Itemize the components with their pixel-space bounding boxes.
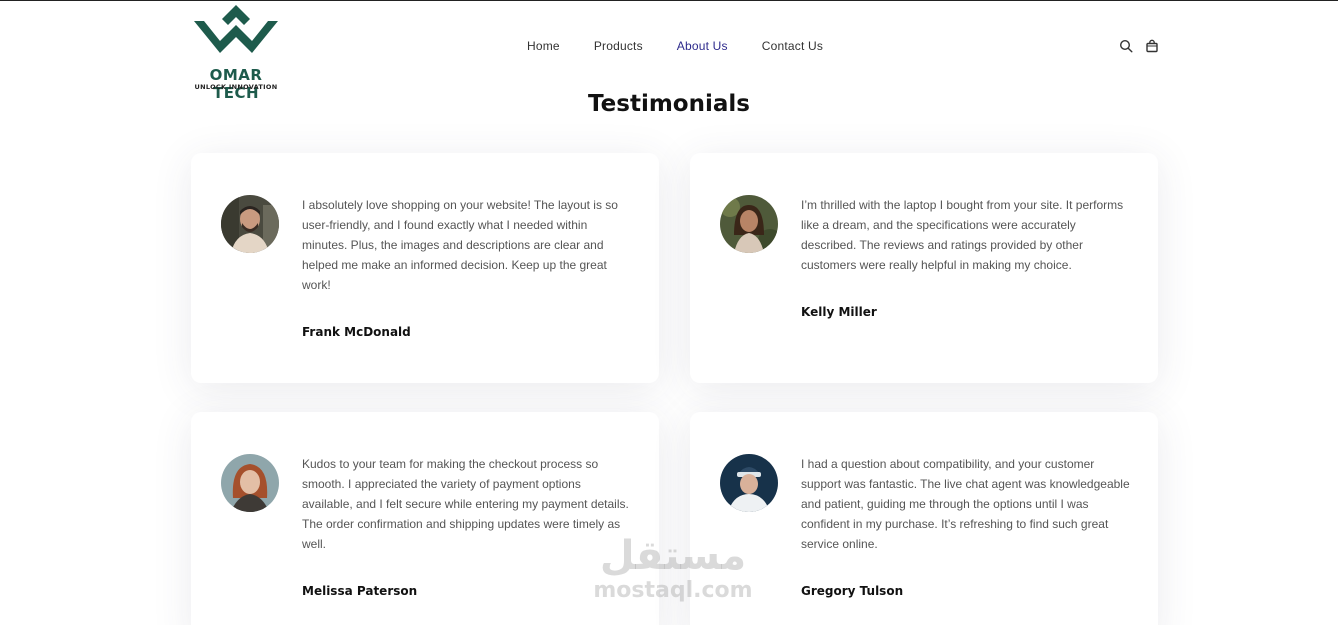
- testimonial-card: I’m thrilled with the laptop I bought fr…: [690, 153, 1158, 383]
- testimonial-author: Frank McDonald: [302, 325, 411, 339]
- testimonial-quote: I absolutely love shopping on your websi…: [302, 198, 618, 292]
- avatar: [720, 195, 778, 253]
- watermark: مستقل mostaql.com: [588, 533, 758, 603]
- watermark-arabic: مستقل: [599, 533, 747, 579]
- search-icon[interactable]: [1119, 39, 1133, 53]
- brand-logo[interactable]: OMAR TECH UNLOCK INNOVATION: [190, 3, 282, 102]
- omar-tech-logo-mark: [194, 5, 278, 53]
- testimonial-quote: I’m thrilled with the laptop I bought fr…: [801, 198, 1124, 272]
- testimonial-quote: I had a question about compatibility, an…: [801, 457, 1130, 551]
- avatar: [221, 195, 279, 253]
- testimonial-card: I had a question about compatibility, an…: [690, 412, 1158, 625]
- nav-about-us[interactable]: About Us: [677, 39, 728, 53]
- testimonial-author: Gregory Tulson: [801, 584, 904, 598]
- main-nav: Home Products About Us Contact Us: [527, 39, 857, 53]
- watermark-latin: mostaql.com: [593, 578, 753, 603]
- site-header: OMAR TECH UNLOCK INNOVATION Home Product…: [0, 1, 1338, 102]
- page-title: Testimonials: [588, 91, 750, 117]
- testimonial-quote: Kudos to your team for making the checko…: [302, 457, 629, 551]
- testimonial-author: Kelly Miller: [801, 305, 877, 319]
- shopping-bag-icon[interactable]: [1145, 39, 1159, 53]
- avatar: [221, 454, 279, 512]
- nav-home[interactable]: Home: [527, 39, 560, 53]
- header-actions: [1119, 39, 1159, 53]
- avatar: [720, 454, 778, 512]
- nav-contact-us[interactable]: Contact Us: [762, 39, 823, 53]
- testimonial-card: I absolutely love shopping on your websi…: [191, 153, 659, 383]
- testimonial-author: Melissa Paterson: [302, 584, 418, 598]
- nav-products[interactable]: Products: [594, 39, 643, 53]
- brand-tagline: UNLOCK INNOVATION: [194, 83, 278, 91]
